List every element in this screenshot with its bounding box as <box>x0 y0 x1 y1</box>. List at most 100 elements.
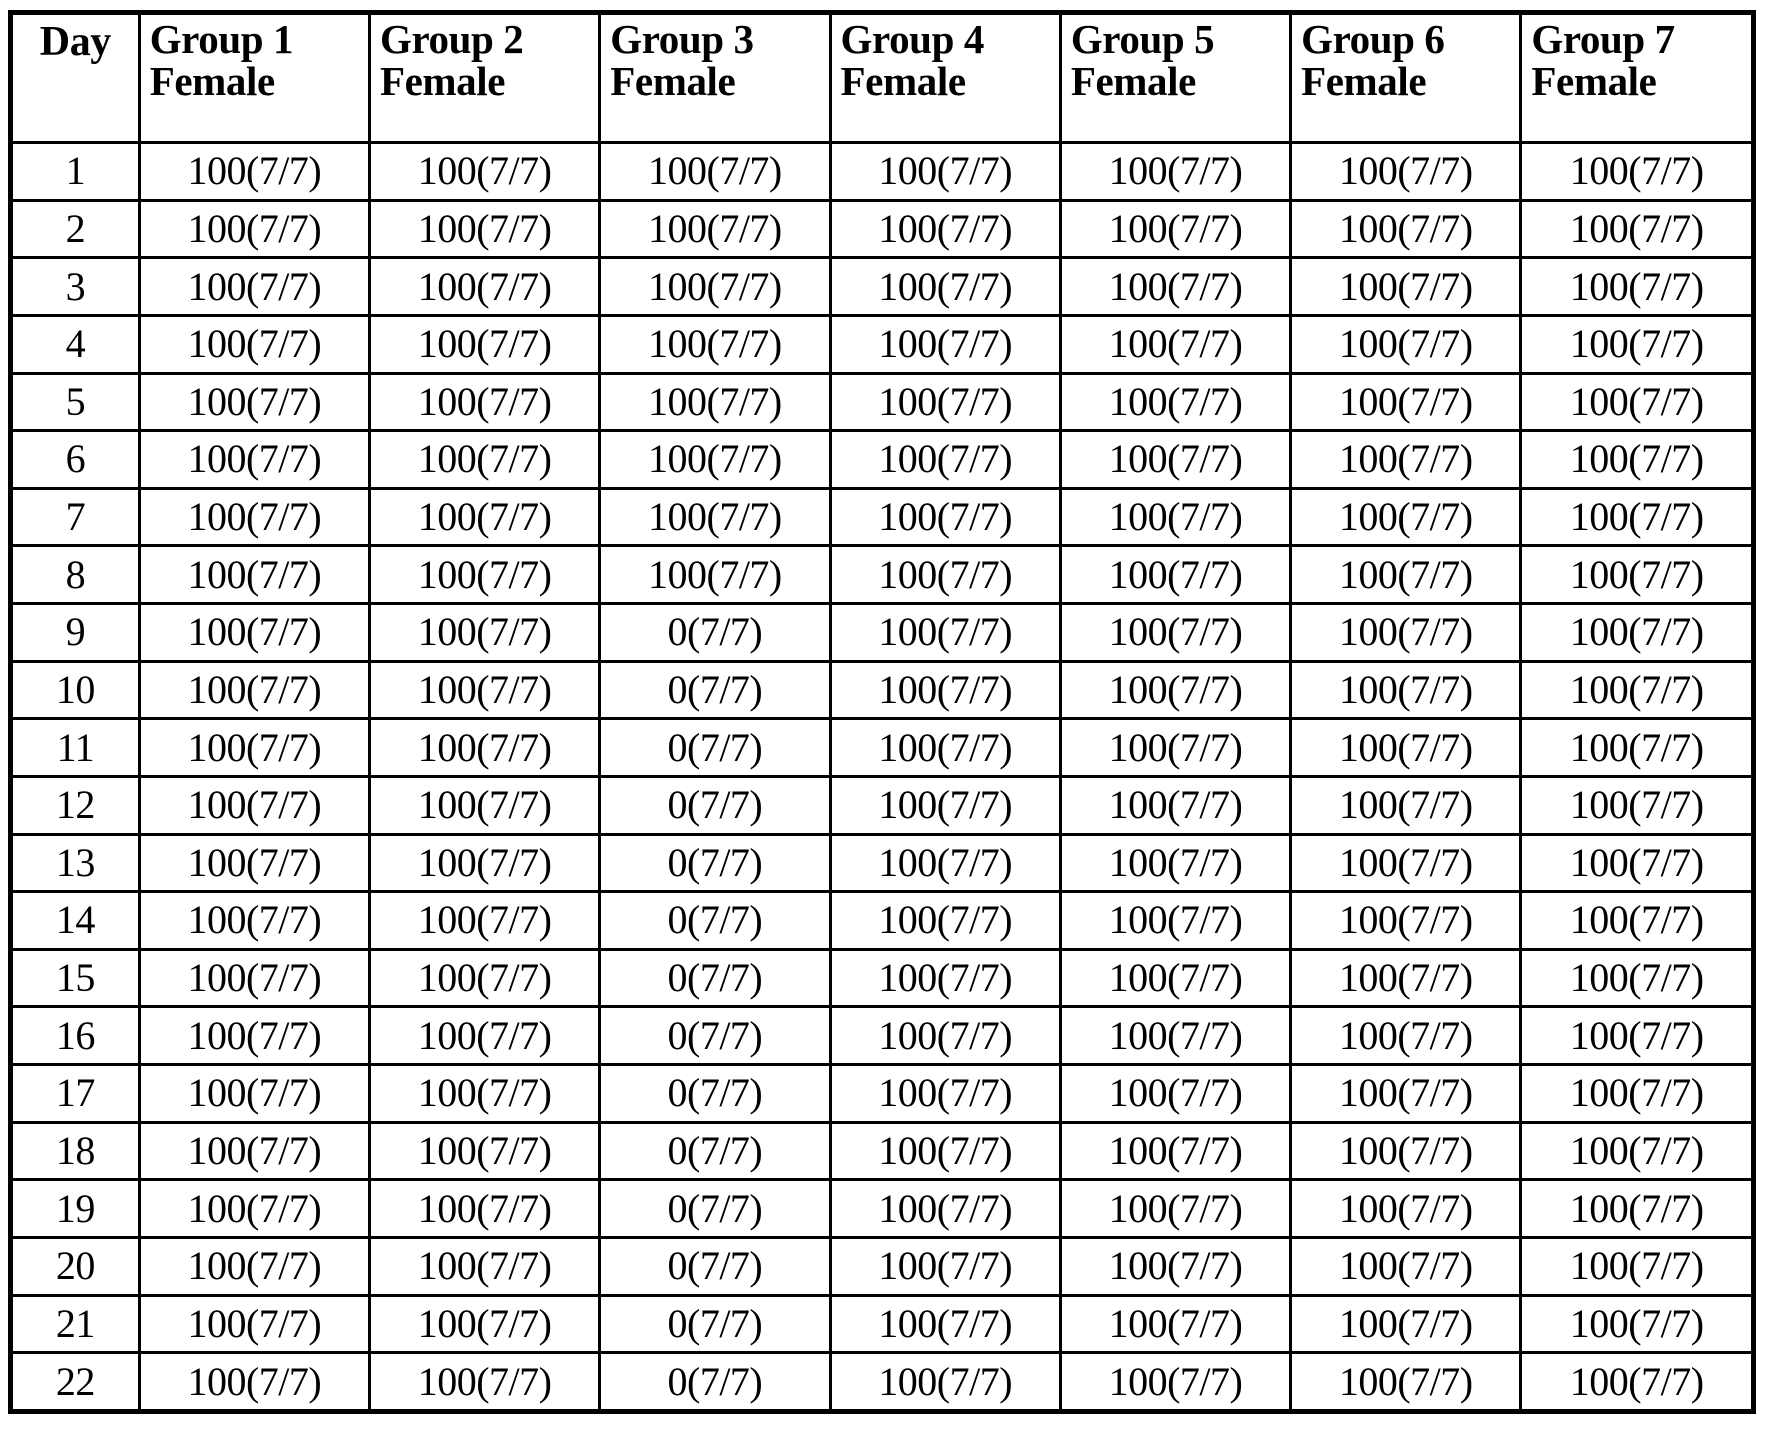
value-cell-group5: 100(7/7) <box>1058 198 1293 260</box>
value-cell-group3: 100(7/7) <box>598 371 832 433</box>
day-cell: 9 <box>9 602 141 663</box>
column-header-group6: Group 6 Female <box>1289 11 1523 144</box>
value-cell-group4: 100(7/7) <box>828 198 1062 260</box>
value-cell-group2: 100(7/7) <box>367 1351 602 1413</box>
value-cell-group7: 100(7/7) <box>1519 486 1755 548</box>
value-cell-group7: 100(7/7) <box>1519 1178 1755 1239</box>
column-header-line: Group 5 <box>1070 16 1215 62</box>
value-cell-group4: 100(7/7) <box>828 544 1062 605</box>
table-row: 17 100(7/7) 100(7/7) 0(7/7) 100(7/7) 100(7/7)… <box>9 1063 1755 1124</box>
day-cell: 21 <box>9 1293 141 1355</box>
column-header-group1: Group 1 Female <box>137 11 371 144</box>
value-cell-group4: 100(7/7) <box>828 717 1062 778</box>
day-cell: 8 <box>9 544 141 605</box>
value-cell-group6: 100(7/7) <box>1289 659 1523 721</box>
value-cell-group4: 100(7/7) <box>828 429 1062 490</box>
value-cell-group1: 100(7/7) <box>137 1005 371 1066</box>
day-cell: 10 <box>9 659 141 721</box>
day-cell: 20 <box>9 1235 141 1297</box>
value-cell-group5: 100(7/7) <box>1058 1351 1293 1413</box>
value-cell-group5: 100(7/7) <box>1058 832 1293 894</box>
value-cell-group7: 100(7/7) <box>1519 947 1755 1009</box>
value-cell-group6: 100(7/7) <box>1289 890 1523 951</box>
value-cell-group5: 100(7/7) <box>1058 1120 1293 1182</box>
value-cell-group1: 100(7/7) <box>137 486 371 548</box>
value-cell-group4: 100(7/7) <box>828 1120 1062 1182</box>
value-cell-group7: 100(7/7) <box>1519 1351 1755 1413</box>
table-row: 2 100(7/7) 100(7/7) 100(7/7) 100(7/7) 100(7/7… <box>9 198 1755 260</box>
value-cell-group3: 0(7/7) <box>598 1293 832 1355</box>
column-header-line: Female <box>1070 57 1196 104</box>
value-cell-group2: 100(7/7) <box>367 1178 602 1239</box>
column-header-day: Day <box>9 11 141 144</box>
value-cell-group7: 100(7/7) <box>1519 1293 1755 1355</box>
value-cell-group3: 100(7/7) <box>598 486 832 548</box>
value-cell-group5: 100(7/7) <box>1058 313 1293 375</box>
day-cell: 4 <box>9 313 141 375</box>
value-cell-group1: 100(7/7) <box>137 890 371 951</box>
value-cell-group4: 100(7/7) <box>828 1351 1062 1413</box>
column-header-line: Female <box>1531 57 1657 104</box>
value-cell-group6: 100(7/7) <box>1289 1351 1523 1413</box>
value-cell-group7: 100(7/7) <box>1519 1005 1755 1066</box>
value-cell-group2: 100(7/7) <box>367 1293 602 1355</box>
survival-data-table: Day Group 1 Female Group 2 Female Group 3 Fema… <box>8 10 1756 1414</box>
value-cell-group5: 100(7/7) <box>1058 1178 1293 1239</box>
value-cell-group5: 100(7/7) <box>1058 1235 1293 1297</box>
value-cell-group2: 100(7/7) <box>367 141 602 202</box>
value-cell-group3: 0(7/7) <box>598 1005 832 1066</box>
column-header-label: Day <box>39 19 112 65</box>
table-row: 18 100(7/7) 100(7/7) 0(7/7) 100(7/7) 100(7/7)… <box>9 1120 1755 1182</box>
value-cell-group5: 100(7/7) <box>1058 544 1293 605</box>
table-row: 11 100(7/7) 100(7/7) 0(7/7) 100(7/7) 100(7/7)… <box>9 717 1755 778</box>
value-cell-group6: 100(7/7) <box>1289 198 1523 260</box>
value-cell-group5: 100(7/7) <box>1058 486 1293 548</box>
value-cell-group6: 100(7/7) <box>1289 1005 1523 1066</box>
column-header-line: Female <box>379 57 506 104</box>
value-cell-group1: 100(7/7) <box>137 371 371 433</box>
value-cell-group4: 100(7/7) <box>828 774 1062 836</box>
value-cell-group5: 100(7/7) <box>1058 371 1293 433</box>
value-cell-group7: 100(7/7) <box>1519 1063 1755 1124</box>
value-cell-group5: 100(7/7) <box>1058 774 1293 836</box>
table-row: 12 100(7/7) 100(7/7) 0(7/7) 100(7/7) 100(7/7)… <box>9 774 1755 836</box>
header-row: Day Group 1 Female Group 2 Female Group 3 Fema… <box>9 11 1755 144</box>
value-cell-group1: 100(7/7) <box>137 1351 371 1413</box>
value-cell-group6: 100(7/7) <box>1289 313 1523 375</box>
column-header-line: Group 4 <box>840 16 985 62</box>
column-header-group5: Group 5 Female <box>1058 11 1293 144</box>
table-row: 19 100(7/7) 100(7/7) 0(7/7) 100(7/7) 100(7/7)… <box>9 1178 1755 1239</box>
value-cell-group7: 100(7/7) <box>1519 659 1755 721</box>
value-cell-group1: 100(7/7) <box>137 659 371 721</box>
value-cell-group3: 0(7/7) <box>598 832 832 894</box>
value-cell-group4: 100(7/7) <box>828 1063 1062 1124</box>
value-cell-group2: 100(7/7) <box>367 1005 602 1066</box>
value-cell-group4: 100(7/7) <box>828 602 1062 663</box>
value-cell-group3: 0(7/7) <box>598 1351 832 1413</box>
table-row: 9 100(7/7) 100(7/7) 0(7/7) 100(7/7) 100(7/7) 1… <box>9 602 1755 663</box>
value-cell-group5: 100(7/7) <box>1058 659 1293 721</box>
value-cell-group1: 100(7/7) <box>137 717 371 778</box>
table-body: 1 100(7/7) 100(7/7) 100(7/7) 100(7/7) 100(7/7… <box>9 141 1755 1413</box>
value-cell-group5: 100(7/7) <box>1058 1005 1293 1066</box>
value-cell-group7: 100(7/7) <box>1519 429 1755 490</box>
value-cell-group1: 100(7/7) <box>137 544 371 605</box>
value-cell-group1: 100(7/7) <box>137 313 371 375</box>
value-cell-group7: 100(7/7) <box>1519 1235 1755 1297</box>
value-cell-group1: 100(7/7) <box>137 602 371 663</box>
value-cell-group7: 100(7/7) <box>1519 717 1755 778</box>
value-cell-group1: 100(7/7) <box>137 256 371 317</box>
value-cell-group2: 100(7/7) <box>367 429 602 490</box>
value-cell-group7: 100(7/7) <box>1519 1120 1755 1182</box>
value-cell-group2: 100(7/7) <box>367 1120 602 1182</box>
table-row: 21 100(7/7) 100(7/7) 0(7/7) 100(7/7) 100(7/7)… <box>9 1293 1755 1355</box>
value-cell-group3: 0(7/7) <box>598 890 832 951</box>
value-cell-group6: 100(7/7) <box>1289 1235 1523 1297</box>
value-cell-group3: 100(7/7) <box>598 544 832 605</box>
value-cell-group3: 100(7/7) <box>598 141 832 202</box>
value-cell-group2: 100(7/7) <box>367 659 602 721</box>
value-cell-group4: 100(7/7) <box>828 486 1062 548</box>
value-cell-group3: 0(7/7) <box>598 717 832 778</box>
value-cell-group2: 100(7/7) <box>367 602 602 663</box>
value-cell-group1: 100(7/7) <box>137 1235 371 1297</box>
